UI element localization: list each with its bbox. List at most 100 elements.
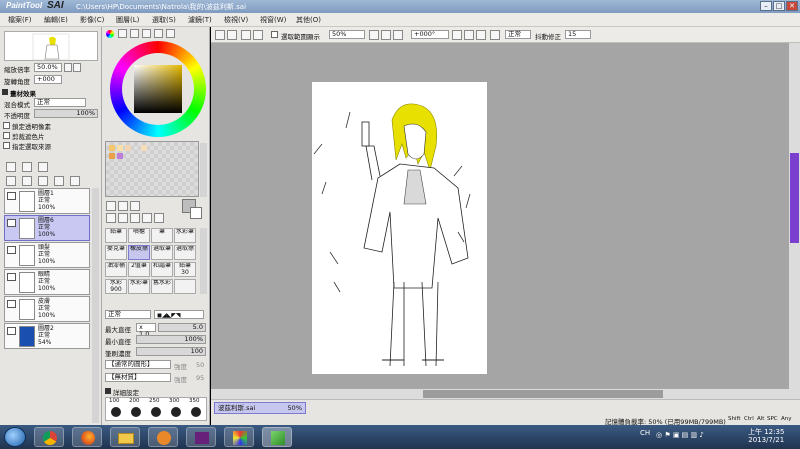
firefox-taskbar-icon[interactable] — [72, 427, 102, 447]
canvas-zoom-select[interactable]: 50% — [329, 30, 365, 39]
canvas-paper[interactable] — [312, 82, 487, 374]
new-linework-layer-icon[interactable] — [22, 162, 32, 172]
angle-field[interactable]: +000 — [34, 75, 62, 84]
zoom-out-button[interactable] — [64, 63, 72, 72]
paint-taskbar-icon[interactable] — [224, 427, 254, 447]
rotate-right-icon[interactable] — [464, 30, 474, 40]
lasso-icon[interactable] — [118, 201, 128, 211]
mixer-tab-icon[interactable] — [142, 29, 151, 38]
eye-icon[interactable] — [7, 192, 16, 200]
size-multiplier[interactable]: x 1.0 — [136, 323, 156, 338]
layer-item-skin[interactable]: 皮膚 正常 100% — [4, 296, 90, 322]
tray-icons[interactable]: ◎ ⚑ ▣ ▤ ▥ ♪ — [656, 431, 736, 441]
menu-edit[interactable]: 編輯(E) — [44, 15, 68, 25]
scroll-thumb[interactable] — [423, 390, 663, 398]
swatch-color[interactable] — [125, 145, 131, 151]
tool-binary-pen[interactable]: 2值筆 — [128, 262, 150, 277]
trash-icon[interactable] — [54, 176, 64, 186]
color-square[interactable] — [134, 65, 182, 113]
swatches-tab-icon[interactable] — [154, 29, 163, 38]
density-slider[interactable]: 100 — [136, 347, 206, 356]
tool-select-eraser[interactable]: 選取擦 — [174, 245, 196, 260]
menu-view[interactable]: 檢視(V) — [224, 15, 248, 25]
swatch-grid[interactable] — [105, 141, 199, 197]
redo-icon[interactable] — [227, 30, 237, 40]
swatch-color[interactable] — [117, 145, 123, 151]
tool-old-watercolor[interactable]: 舊水彩 — [151, 279, 173, 294]
hsv-slider-tab-icon[interactable] — [130, 29, 139, 38]
tool-pen[interactable]: 筆 — [151, 228, 173, 243]
tool-eraser[interactable]: 橡皮擦 — [128, 245, 150, 260]
menu-filter[interactable]: 濾鏡(T) — [188, 15, 212, 25]
swatch-color[interactable] — [117, 153, 123, 159]
tool-pencil[interactable]: 鉛筆 — [105, 228, 127, 243]
rect-select-icon[interactable] — [106, 201, 116, 211]
magic-wand-icon[interactable] — [130, 201, 140, 211]
brush-tip-shapes[interactable]: ◼◢◣◤◥ — [154, 310, 204, 319]
zoom-in-button[interactable] — [73, 63, 81, 72]
undo-icon[interactable] — [215, 30, 225, 40]
eye-icon[interactable] — [7, 219, 16, 227]
scroll-thumb[interactable] — [790, 153, 799, 243]
vertical-scrollbar[interactable] — [789, 43, 800, 389]
brush-shape-select[interactable]: 【通常的圓形】 — [105, 360, 171, 369]
close-button[interactable]: ✕ — [786, 1, 798, 11]
layer-item-eyes[interactable]: 眼睛 正常 100% — [4, 269, 90, 295]
swatch-color[interactable] — [109, 153, 115, 159]
tool-airbrush[interactable]: 噴槍 — [128, 228, 150, 243]
clear-layer-icon[interactable] — [38, 176, 48, 186]
zoom-icon[interactable] — [118, 213, 128, 223]
rotate-icon[interactable] — [130, 213, 140, 223]
selection-visible-checkbox[interactable] — [271, 31, 278, 38]
document-tab[interactable]: 波茲利斯.sai 50% — [214, 402, 306, 414]
layer-item-2[interactable]: 圖層2 正常 54% — [4, 323, 90, 349]
menu-file[interactable]: 檔案(F) — [8, 15, 32, 25]
new-folder-icon[interactable] — [38, 162, 48, 172]
clock[interactable]: 上午 12:35 2013/7/21 — [748, 428, 784, 444]
layer-item-6[interactable]: 圖層6 正常 100% — [4, 215, 90, 241]
color-wheel-tab-icon[interactable] — [106, 30, 114, 38]
invert-selection-icon[interactable] — [253, 30, 263, 40]
tool-pencil-30[interactable]: 鉛筆 30 — [174, 262, 196, 277]
tool-empty-slot[interactable] — [174, 279, 196, 294]
tool-harmony-pen[interactable]: 和諧筆 — [151, 262, 173, 277]
swatch-scrollbar[interactable] — [200, 143, 207, 197]
horizontal-scrollbar[interactable] — [211, 389, 800, 399]
move-icon[interactable] — [106, 213, 116, 223]
texture-select[interactable]: 【無材質】 — [105, 373, 171, 382]
mask-icon[interactable] — [70, 176, 80, 186]
zoom-plus-icon[interactable] — [381, 30, 391, 40]
swatch-color[interactable] — [141, 145, 147, 151]
tool-marker[interactable]: 麥克筆 — [105, 245, 127, 260]
transfer-down-icon[interactable] — [6, 176, 16, 186]
scratchpad-tab-icon[interactable] — [166, 29, 175, 38]
blend-mode-select[interactable]: 正常 — [34, 98, 86, 107]
menu-window[interactable]: 視窗(W) — [260, 15, 286, 25]
menu-image[interactable]: 影像(C) — [80, 15, 104, 25]
rgb-slider-tab-icon[interactable] — [118, 29, 127, 38]
rotate-reset-icon[interactable] — [476, 30, 486, 40]
layer-scrollbar[interactable] — [92, 188, 99, 423]
chrome-taskbar-icon[interactable] — [34, 427, 64, 447]
eye-icon[interactable] — [7, 327, 16, 335]
tray-language[interactable]: CH — [640, 429, 650, 437]
minimize-button[interactable]: – — [760, 1, 772, 11]
size-presets[interactable]: 100 200 250 300 350 — [105, 397, 207, 421]
tool-scrollbar[interactable] — [200, 228, 207, 294]
stabilizer-select[interactable]: 15 — [565, 30, 591, 39]
eyedropper-icon[interactable] — [154, 213, 164, 223]
brush-mode-select[interactable]: 正常 — [105, 310, 151, 319]
hand-icon[interactable] — [142, 213, 152, 223]
layer-item-hair[interactable]: 頭髮 正常 100% — [4, 242, 90, 268]
selection-source-checkbox[interactable] — [3, 142, 10, 149]
navigator-preview[interactable] — [4, 31, 98, 61]
tool-water-900[interactable]: 水彩 900 — [105, 279, 127, 294]
zoom-minus-icon[interactable] — [369, 30, 379, 40]
expand-icon[interactable] — [105, 388, 111, 394]
canvas-area[interactable] — [211, 43, 800, 399]
rotate-left-icon[interactable] — [452, 30, 462, 40]
canvas-angle-select[interactable]: +000° — [411, 30, 449, 39]
tool-watercolor[interactable]: 水彩筆 — [174, 228, 196, 243]
canvas-mode-select[interactable]: 正常 — [505, 30, 531, 39]
deselect-icon[interactable] — [241, 30, 251, 40]
